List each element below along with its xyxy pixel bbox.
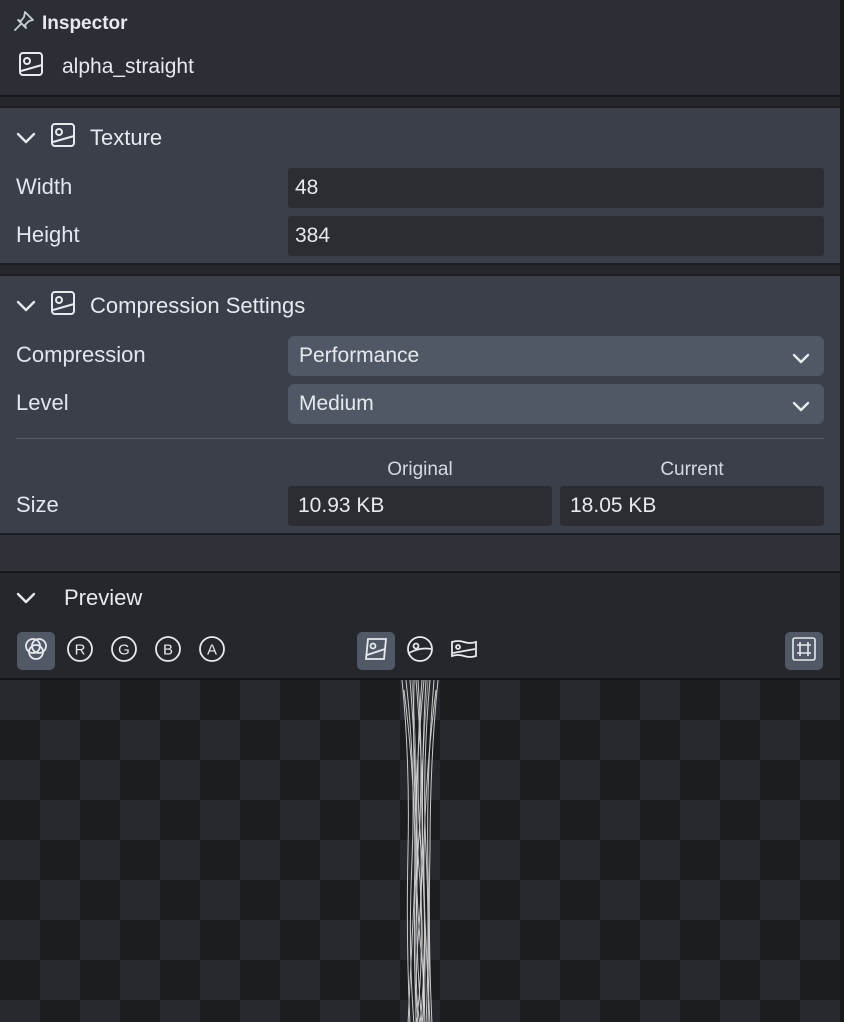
level-value: Medium (299, 392, 374, 415)
svg-text:B: B (163, 641, 173, 658)
compression-section-header[interactable]: Compression Settings (16, 290, 305, 322)
svg-text:R: R (75, 641, 86, 658)
rgb-channels-icon (22, 635, 50, 668)
current-size-field: 18.05 KB (560, 486, 824, 526)
pin-icon[interactable] (12, 9, 38, 39)
chevron-down-icon (792, 395, 810, 419)
height-field[interactable]: 384 (288, 216, 824, 256)
chevron-down-icon[interactable] (16, 296, 36, 316)
texture-view-button[interactable] (357, 632, 395, 670)
preview-section: Preview R G B A (0, 573, 840, 1022)
r-channel-button[interactable]: R (61, 632, 99, 670)
plane-view-icon (450, 637, 478, 666)
level-label: Level (16, 390, 69, 415)
chevron-down-icon (792, 347, 810, 371)
a-channel-button[interactable]: A (193, 632, 231, 670)
height-label: Height (16, 222, 80, 247)
divider (16, 438, 824, 439)
b-channel-button[interactable]: B (149, 632, 187, 670)
texture-section-title: Texture (90, 125, 163, 150)
separator (0, 265, 840, 274)
sphere-view-icon (406, 635, 434, 668)
level-select[interactable]: Medium (288, 384, 824, 424)
inspector-title-text: Inspector (42, 13, 128, 34)
sphere-view-button[interactable] (401, 632, 439, 670)
panel-right-border (840, 0, 844, 1022)
image-icon (50, 122, 76, 154)
b-channel-icon: B (154, 635, 182, 668)
texture-section: Texture Width 48 Height 384 (0, 106, 840, 265)
chevron-down-icon[interactable] (16, 588, 36, 608)
plane-view-button[interactable] (445, 632, 483, 670)
current-header: Current (660, 459, 724, 480)
asset-name: alpha_straight (62, 55, 194, 78)
separator (0, 97, 840, 106)
preview-title: Preview (64, 585, 143, 610)
asset-row: alpha_straight (18, 51, 194, 83)
grid-toggle-button[interactable] (785, 632, 823, 670)
empty-strip (0, 535, 840, 573)
compression-section-title: Compression Settings (90, 293, 306, 318)
rgb-channels-button[interactable] (17, 632, 55, 670)
chevron-down-icon[interactable] (16, 128, 36, 148)
preview-canvas[interactable] (0, 678, 840, 1022)
original-size-field: 10.93 KB (288, 486, 552, 526)
r-channel-icon: R (66, 635, 94, 668)
original-header: Original (387, 459, 453, 480)
svg-text:A: A (207, 641, 217, 658)
texture-view-icon (363, 636, 389, 667)
preview-section-header[interactable]: Preview (16, 585, 142, 611)
compression-label: Compression (16, 342, 146, 367)
g-channel-button[interactable]: G (105, 632, 143, 670)
inspector-title: Inspector (12, 9, 128, 39)
texture-section-header[interactable]: Texture (16, 122, 162, 154)
image-asset-icon (18, 51, 44, 83)
width-field[interactable]: 48 (288, 168, 824, 208)
inspector-header: Inspector alpha_straight (0, 0, 840, 97)
grid-toggle-icon (791, 636, 817, 667)
compression-value: Performance (299, 344, 420, 367)
width-label: Width (16, 174, 73, 199)
g-channel-icon: G (110, 635, 138, 668)
compression-section: Compression Settings Compression Perform… (0, 274, 840, 535)
size-label: Size (16, 492, 59, 517)
compression-select[interactable]: Performance (288, 336, 824, 376)
texture-preview-image (401, 680, 439, 1022)
svg-text:G: G (118, 641, 130, 658)
image-icon (50, 290, 76, 322)
a-channel-icon: A (198, 635, 226, 668)
